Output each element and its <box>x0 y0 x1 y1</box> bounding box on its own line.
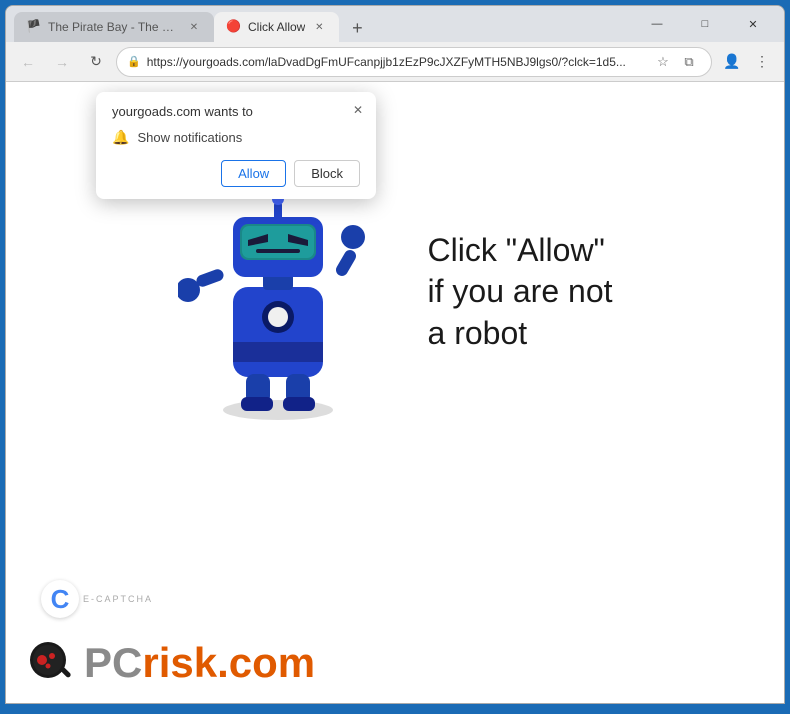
block-button[interactable]: Block <box>294 160 360 187</box>
bookmark-button[interactable]: ☆ <box>651 50 675 74</box>
bell-icon: 🔔 <box>112 129 129 146</box>
address-bar-actions: ☆ ⧉ <box>651 50 701 74</box>
popup-buttons: Allow Block <box>112 160 360 187</box>
piratebay-tab-close[interactable]: ✕ <box>186 19 202 35</box>
clickallow-favicon: 🔴 <box>226 19 242 35</box>
pcrisk-risk: risk.com <box>142 639 315 687</box>
maximize-button[interactable]: □ <box>682 8 728 40</box>
browser-window: 🏴 The Pirate Bay - The galaxy's mo... ✕ … <box>5 5 785 704</box>
notification-popup: ✕ yourgoads.com wants to 🔔 Show notifica… <box>96 92 376 199</box>
address-bar[interactable]: 🔒 https://yourgoads.com/laDvadDgFmUFcanp… <box>116 47 712 77</box>
new-tab-button[interactable]: + <box>343 14 371 42</box>
split-button[interactable]: ⧉ <box>677 50 701 74</box>
clickallow-tab-title: Click Allow <box>248 20 305 34</box>
profile-button[interactable]: 👤 <box>718 48 746 76</box>
popup-close-button[interactable]: ✕ <box>348 100 368 120</box>
forward-button[interactable]: → <box>48 48 76 76</box>
tab-piratebay[interactable]: 🏴 The Pirate Bay - The galaxy's mo... ✕ <box>14 12 214 42</box>
pcrisk-logo: PC risk.com <box>6 623 784 703</box>
close-button[interactable]: ✕ <box>730 8 776 40</box>
ecaptcha-label: E-CAPTCHA <box>83 594 153 604</box>
toolbar-actions: 👤 ⋮ <box>718 48 776 76</box>
ecaptcha-section: C E-CAPTCHA <box>41 580 153 618</box>
address-text: https://yourgoads.com/laDvadDgFmUFcanpjj… <box>147 55 645 69</box>
piratebay-favicon: 🏴 <box>26 19 42 35</box>
pcrisk-icon <box>26 638 76 688</box>
popup-notification-text: Show notifications <box>137 130 242 145</box>
lock-icon: 🔒 <box>127 55 141 68</box>
minimize-button[interactable]: — <box>634 8 680 40</box>
back-button[interactable]: ← <box>14 48 42 76</box>
ecaptcha-letter: C <box>51 584 70 615</box>
allow-button[interactable]: Allow <box>221 160 286 187</box>
refresh-button[interactable]: ↻ <box>82 48 110 76</box>
window-controls: — □ ✕ <box>634 8 776 40</box>
tabs-area: 🏴 The Pirate Bay - The galaxy's mo... ✕ … <box>14 6 622 42</box>
pcrisk-pc: PC <box>84 639 142 687</box>
nav-bar: ← → ↻ 🔒 https://yourgoads.com/laDvadDgFm… <box>6 42 784 82</box>
click-allow-text: Click "Allow" if you are not a robot <box>428 230 613 355</box>
clickallow-tab-close[interactable]: ✕ <box>311 19 327 35</box>
popup-notification-row: 🔔 Show notifications <box>112 129 360 146</box>
menu-button[interactable]: ⋮ <box>748 48 776 76</box>
piratebay-tab-title: The Pirate Bay - The galaxy's mo... <box>48 20 180 34</box>
popup-title: yourgoads.com wants to <box>112 104 360 119</box>
pcrisk-text: PC risk.com <box>84 639 315 687</box>
page-content: ✕ yourgoads.com wants to 🔔 Show notifica… <box>6 82 784 703</box>
tab-clickallow[interactable]: 🔴 Click Allow ✕ <box>214 12 339 42</box>
title-bar: 🏴 The Pirate Bay - The galaxy's mo... ✕ … <box>6 6 784 42</box>
